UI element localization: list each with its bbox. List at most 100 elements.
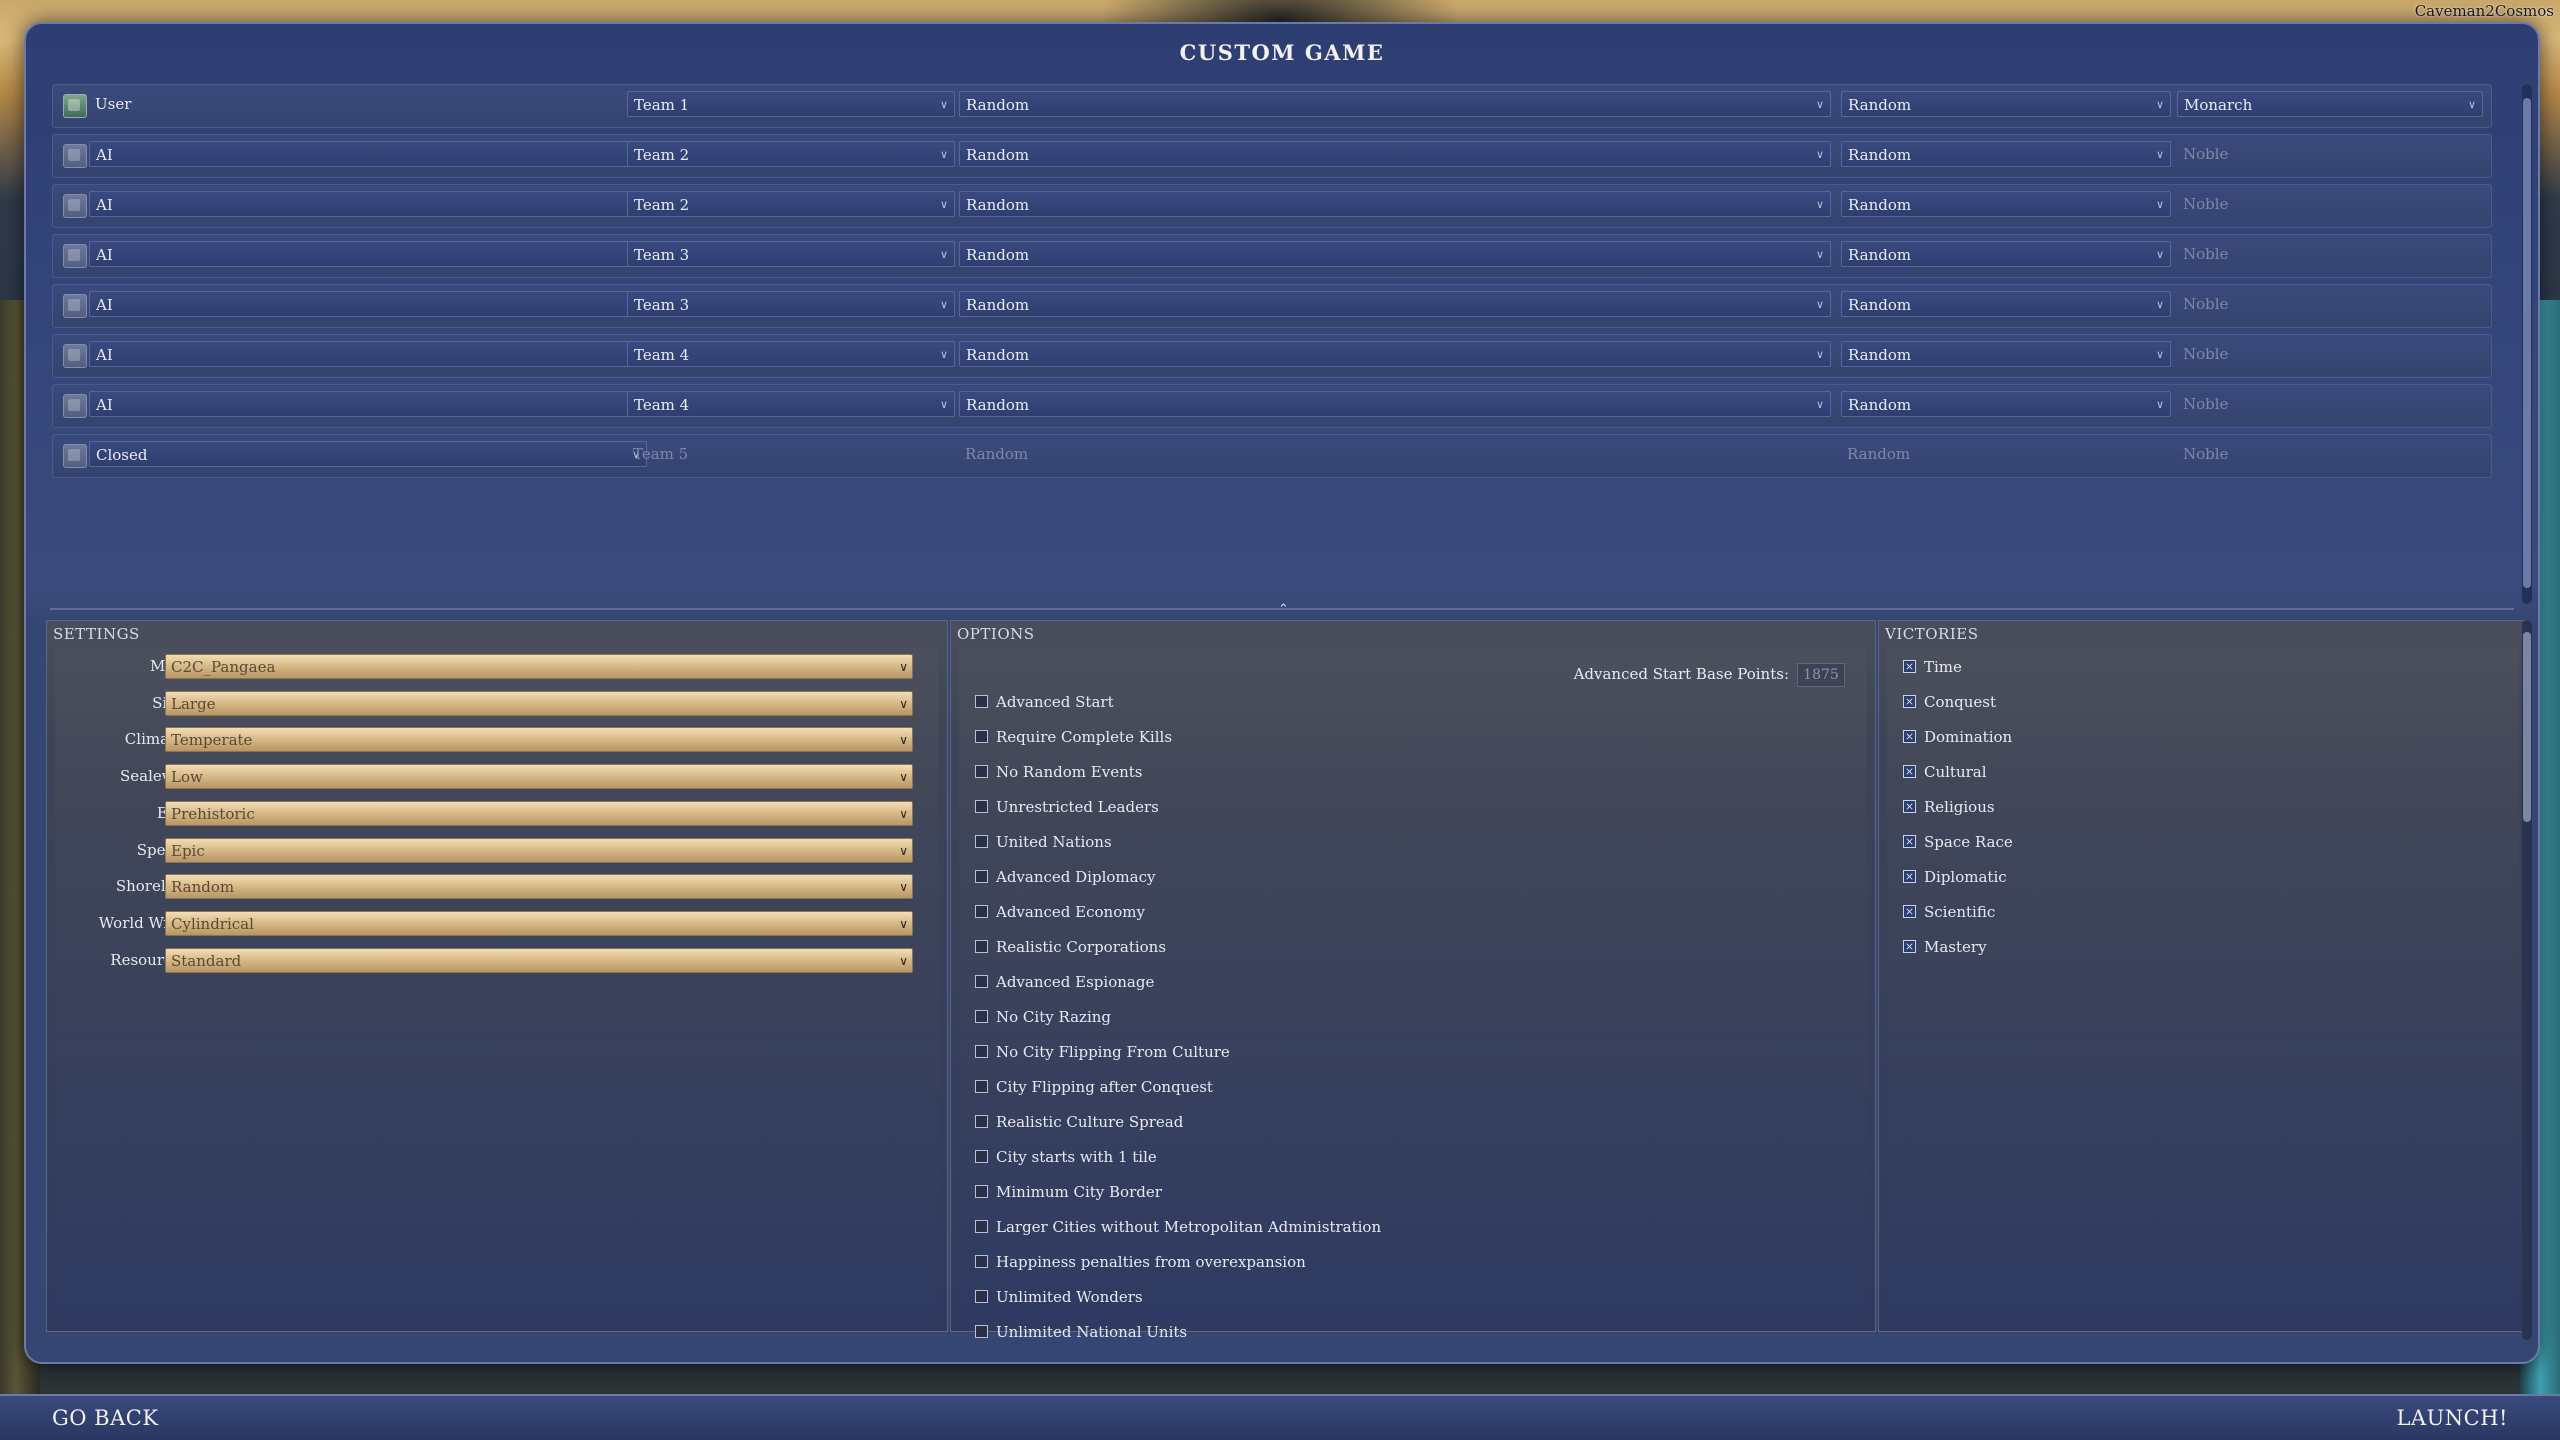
checkbox-icon[interactable]: [975, 904, 988, 918]
checkbox-icon[interactable]: ×: [1903, 764, 1916, 778]
setting-dropdown[interactable]: C2C_Pangaea ∨: [165, 654, 913, 679]
checkbox-icon[interactable]: [975, 1254, 988, 1268]
checkbox-icon[interactable]: ×: [1903, 694, 1916, 708]
option-checkbox[interactable]: Advanced Economy: [975, 903, 1145, 927]
player-list-scrollbar[interactable]: [2522, 84, 2532, 604]
launch-button[interactable]: LAUNCH!: [2396, 1406, 2508, 1430]
team-dropdown[interactable]: Team 4 ∨: [627, 341, 955, 367]
team-dropdown[interactable]: Team 4 ∨: [627, 391, 955, 417]
checkbox-icon[interactable]: [975, 729, 988, 743]
leader-dropdown[interactable]: Random ∨: [1841, 91, 2171, 117]
checkbox-icon[interactable]: [975, 939, 988, 953]
player-type-dropdown[interactable]: AI∨: [89, 391, 647, 417]
player-type-dropdown[interactable]: AI∨: [89, 341, 647, 367]
checkbox-icon[interactable]: [975, 834, 988, 848]
checkbox-icon[interactable]: [975, 974, 988, 988]
player-type-dropdown[interactable]: AI∨: [89, 141, 647, 167]
advanced-start-points-input[interactable]: 1875: [1797, 663, 1845, 687]
checkbox-icon[interactable]: [975, 799, 988, 813]
setting-dropdown[interactable]: Large ∨: [165, 690, 913, 716]
setting-dropdown[interactable]: Epic ∨: [165, 837, 913, 863]
go-back-button[interactable]: GO BACK: [52, 1406, 159, 1430]
player-type-dropdown[interactable]: AI∨: [89, 191, 647, 217]
checkbox-icon[interactable]: ×: [1903, 659, 1916, 673]
option-checkbox[interactable]: Realistic Culture Spread: [975, 1113, 1183, 1137]
victory-checkbox[interactable]: × Cultural: [1903, 763, 1987, 787]
victory-checkbox[interactable]: × Space Race: [1903, 833, 2013, 857]
option-checkbox[interactable]: Unlimited National Units: [975, 1323, 1187, 1347]
civilization-dropdown[interactable]: Random ∨: [959, 391, 1831, 417]
checkbox-icon[interactable]: [975, 694, 988, 708]
option-checkbox[interactable]: Minimum City Border: [975, 1183, 1162, 1207]
leader-dropdown[interactable]: Random ∨: [1841, 291, 2171, 317]
civilization-dropdown[interactable]: Random ∨: [959, 291, 1831, 317]
scroll-thumb[interactable]: [2523, 632, 2531, 822]
team-dropdown[interactable]: Team 3 ∨: [627, 291, 955, 317]
option-checkbox[interactable]: Advanced Start: [975, 693, 1114, 717]
civilization-dropdown[interactable]: Random ∨: [959, 191, 1831, 217]
settings-scrollbar[interactable]: [2522, 620, 2532, 1340]
checkbox-icon[interactable]: [975, 1044, 988, 1058]
setting-dropdown[interactable]: Prehistoric ∨: [165, 800, 913, 826]
checkbox-icon[interactable]: [975, 1079, 988, 1093]
difficulty-dropdown[interactable]: Monarch ∨: [2177, 91, 2483, 117]
leader-dropdown[interactable]: Random ∨: [1841, 191, 2171, 217]
setting-dropdown[interactable]: Cylindrical ∨: [165, 910, 913, 936]
player-type-dropdown[interactable]: AI∨: [89, 291, 647, 317]
collapse-arrow-icon[interactable]: ⌃: [1278, 602, 1289, 617]
option-checkbox[interactable]: Advanced Espionage: [975, 973, 1154, 997]
option-checkbox[interactable]: City Flipping after Conquest: [975, 1078, 1213, 1102]
victory-checkbox[interactable]: × Domination: [1903, 728, 2012, 752]
option-checkbox[interactable]: Require Complete Kills: [975, 728, 1172, 752]
team-dropdown[interactable]: Team 2 ∨: [627, 141, 955, 167]
setting-dropdown[interactable]: Temperate ∨: [165, 727, 913, 753]
checkbox-icon[interactable]: [975, 869, 988, 883]
leader-dropdown[interactable]: Random ∨: [1841, 141, 2171, 167]
checkbox-icon[interactable]: [975, 1324, 988, 1338]
leader-dropdown[interactable]: Random ∨: [1841, 241, 2171, 267]
checkbox-icon[interactable]: [975, 764, 988, 778]
setting-dropdown[interactable]: Standard ∨: [165, 947, 913, 973]
civilization-dropdown[interactable]: Random ∨: [959, 241, 1831, 267]
checkbox-icon[interactable]: ×: [1903, 729, 1916, 743]
civilization-dropdown[interactable]: Random ∨: [959, 91, 1831, 117]
victory-checkbox[interactable]: × Time: [1903, 658, 1962, 682]
option-checkbox[interactable]: Happiness penalties from overexpansion: [975, 1253, 1306, 1277]
checkbox-icon[interactable]: ×: [1903, 799, 1916, 813]
option-checkbox[interactable]: No Random Events: [975, 763, 1142, 787]
option-checkbox[interactable]: Realistic Corporations: [975, 938, 1166, 962]
checkbox-icon[interactable]: ×: [1903, 869, 1916, 883]
scroll-thumb[interactable]: [2523, 98, 2531, 588]
option-checkbox[interactable]: Unlimited Wonders: [975, 1288, 1143, 1312]
victory-checkbox[interactable]: × Mastery: [1903, 938, 1987, 962]
checkbox-icon[interactable]: [975, 1184, 988, 1198]
leader-dropdown[interactable]: Random ∨: [1841, 391, 2171, 417]
checkbox-icon[interactable]: [975, 1289, 988, 1303]
setting-dropdown[interactable]: Low ∨: [165, 764, 913, 790]
victory-checkbox[interactable]: × Religious: [1903, 798, 1995, 822]
team-dropdown[interactable]: Team 1 ∨: [627, 91, 955, 117]
victory-checkbox[interactable]: × Diplomatic: [1903, 868, 2007, 892]
leader-dropdown[interactable]: Random ∨: [1841, 341, 2171, 367]
civilization-dropdown[interactable]: Random ∨: [959, 141, 1831, 167]
civilization-dropdown[interactable]: Random ∨: [959, 341, 1831, 367]
checkbox-icon[interactable]: ×: [1903, 904, 1916, 918]
player-type-dropdown[interactable]: Closed ∨: [89, 441, 647, 467]
player-type-dropdown[interactable]: AI∨: [89, 241, 647, 267]
option-checkbox[interactable]: City starts with 1 tile: [975, 1148, 1157, 1172]
checkbox-icon[interactable]: [975, 1149, 988, 1163]
victory-checkbox[interactable]: × Scientific: [1903, 903, 1995, 927]
option-checkbox[interactable]: Larger Cities without Metropolitan Admin…: [975, 1218, 1381, 1242]
checkbox-icon[interactable]: [975, 1009, 988, 1023]
option-checkbox[interactable]: United Nations: [975, 833, 1112, 857]
checkbox-icon[interactable]: [975, 1219, 988, 1233]
setting-dropdown[interactable]: Random ∨: [165, 874, 913, 900]
team-dropdown[interactable]: Team 2 ∨: [627, 191, 955, 217]
option-checkbox[interactable]: Advanced Diplomacy: [975, 868, 1155, 892]
checkbox-icon[interactable]: ×: [1903, 939, 1916, 953]
team-dropdown[interactable]: Team 3 ∨: [627, 241, 955, 267]
option-checkbox[interactable]: No City Razing: [975, 1008, 1111, 1032]
option-checkbox[interactable]: No City Flipping From Culture: [975, 1043, 1230, 1067]
victory-checkbox[interactable]: × Conquest: [1903, 693, 1996, 717]
checkbox-icon[interactable]: ×: [1903, 834, 1916, 848]
